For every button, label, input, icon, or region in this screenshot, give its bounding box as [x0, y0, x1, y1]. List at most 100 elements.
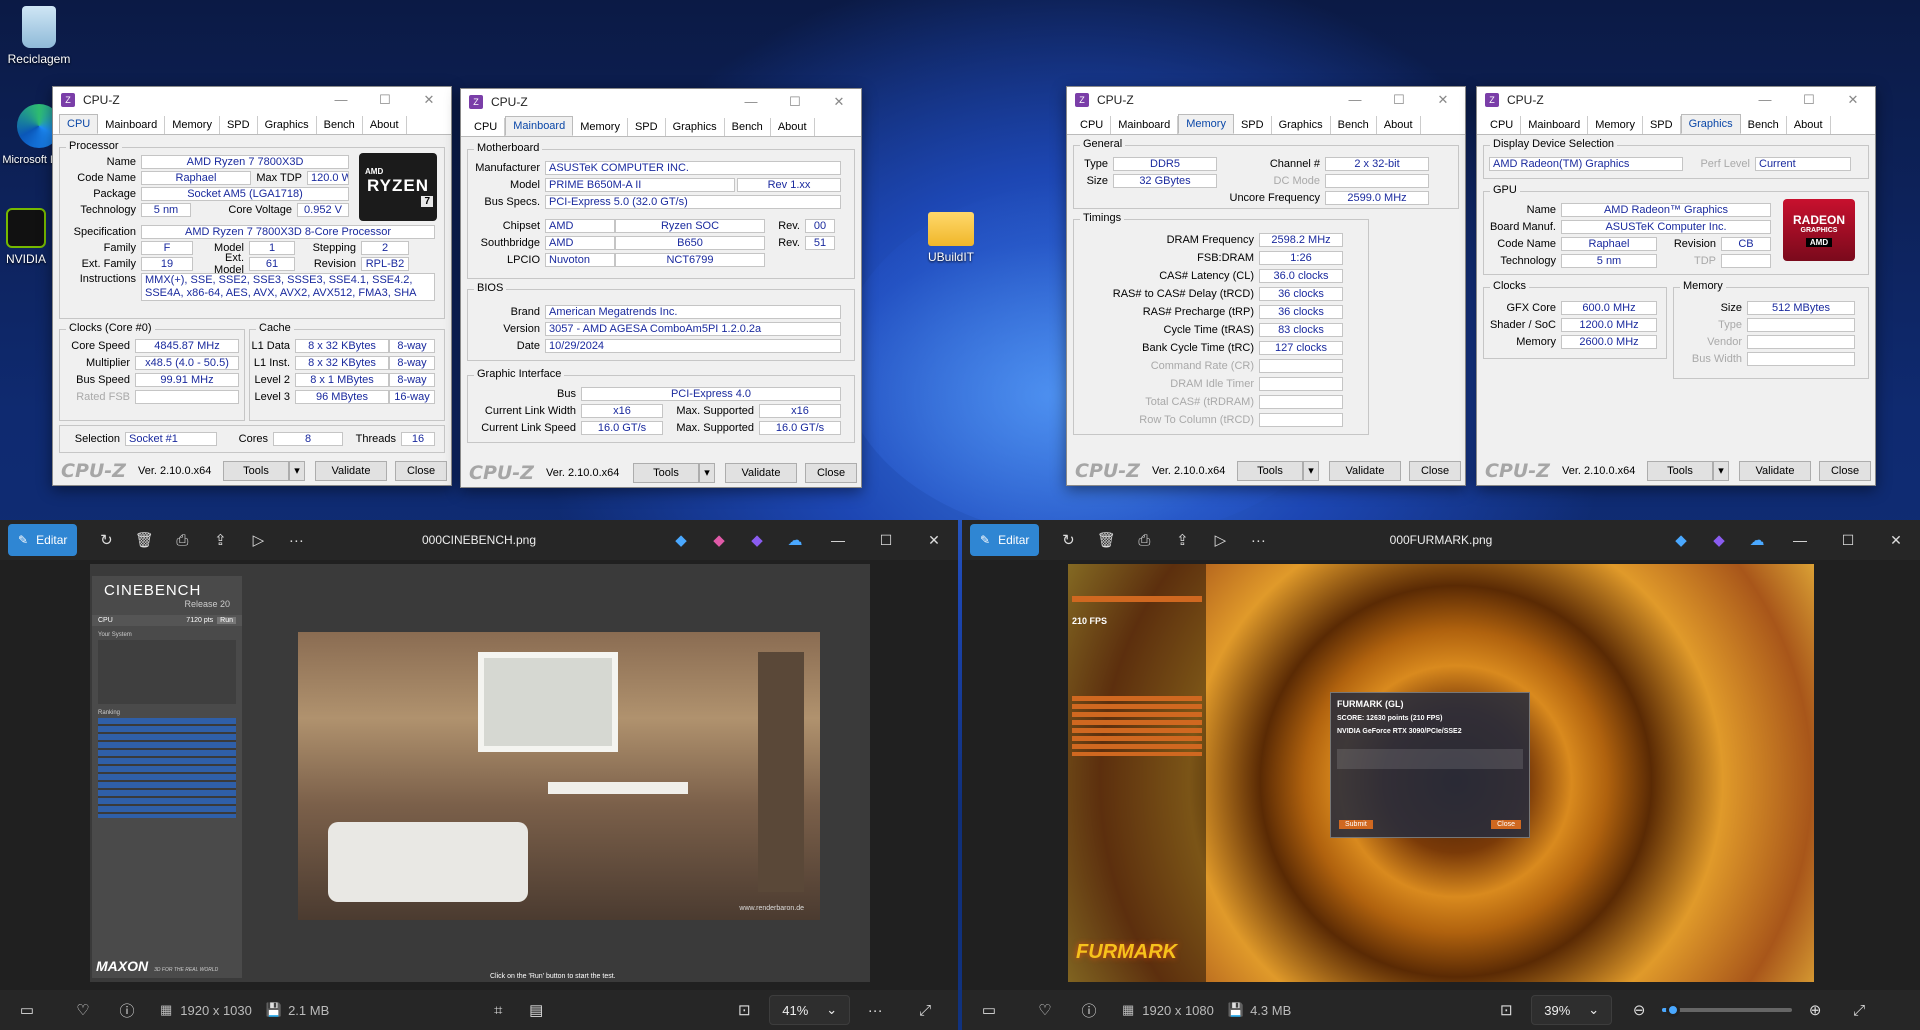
- ocr-icon[interactable]: ⌗: [479, 1002, 517, 1019]
- fit-icon[interactable]: ⊡: [1487, 1001, 1525, 1019]
- more-icon[interactable]: ···: [856, 1002, 894, 1019]
- share-icon[interactable]: ⇪: [1163, 531, 1201, 549]
- tab-graphics[interactable]: Graphics: [1680, 114, 1741, 134]
- tab-graphics[interactable]: Graphics: [1272, 116, 1331, 134]
- maximize-icon[interactable]: ☐: [1824, 532, 1872, 549]
- print-icon[interactable]: ⎙: [1125, 532, 1163, 549]
- tab-mainboard[interactable]: Mainboard: [98, 116, 166, 134]
- tools-button[interactable]: Tools: [633, 463, 699, 483]
- tab-about[interactable]: About: [363, 116, 407, 134]
- rotate-icon[interactable]: ↻: [1049, 531, 1087, 549]
- close-icon[interactable]: ✕: [1872, 532, 1920, 549]
- perflevel-select[interactable]: Current: [1755, 157, 1851, 171]
- tab-memory[interactable]: Memory: [1588, 116, 1643, 134]
- zoom-select[interactable]: 39% ⌄: [1531, 995, 1613, 1025]
- close-button[interactable]: Close: [1409, 461, 1461, 481]
- tools-button[interactable]: Tools: [223, 461, 289, 481]
- zoom-select[interactable]: 41% ⌄: [769, 995, 851, 1025]
- tab-graphics[interactable]: Graphics: [258, 116, 317, 134]
- app-icon-3[interactable]: ◆: [738, 531, 776, 549]
- folder-ubuildit[interactable]: UBuildIT: [912, 212, 990, 264]
- tools-button[interactable]: Tools: [1647, 461, 1713, 481]
- text-select-icon[interactable]: ▤: [517, 1001, 555, 1019]
- tab-cpu[interactable]: CPU: [59, 114, 99, 134]
- tab-about[interactable]: About: [1377, 116, 1421, 134]
- tab-about[interactable]: About: [771, 118, 815, 136]
- info-icon[interactable]: ⓘ: [108, 1000, 146, 1021]
- maximize-icon[interactable]: ☐: [862, 532, 910, 549]
- cloud-icon[interactable]: ☁: [1738, 531, 1776, 549]
- favorite-icon[interactable]: ♡: [1026, 1001, 1064, 1019]
- tab-mainboard[interactable]: Mainboard: [1521, 116, 1589, 134]
- fullscreen-icon[interactable]: ⤢: [906, 1002, 944, 1019]
- socket-select[interactable]: Socket #1: [125, 432, 217, 446]
- close-icon[interactable]: ✕: [407, 92, 451, 108]
- edit-button[interactable]: ✎ Editar: [970, 524, 1040, 556]
- minimize-icon[interactable]: —: [1776, 532, 1824, 548]
- zoom-slider[interactable]: [1662, 1003, 1793, 1017]
- tab-memory[interactable]: Memory: [165, 116, 220, 134]
- tab-spd[interactable]: SPD: [628, 118, 666, 136]
- print-icon[interactable]: ⎙: [163, 532, 201, 549]
- tools-dropdown-icon[interactable]: ▾: [699, 463, 715, 483]
- minimize-icon[interactable]: —: [1333, 92, 1377, 108]
- tab-bench[interactable]: Bench: [1331, 116, 1377, 134]
- maximize-icon[interactable]: ☐: [1787, 92, 1831, 108]
- app-icon-1[interactable]: ◆: [1662, 531, 1700, 549]
- validate-button[interactable]: Validate: [315, 461, 387, 481]
- close-icon[interactable]: ✕: [817, 94, 861, 110]
- tab-cpu[interactable]: CPU: [1073, 116, 1112, 134]
- minimize-icon[interactable]: —: [1743, 92, 1787, 108]
- tab-cpu[interactable]: CPU: [467, 118, 506, 136]
- close-button[interactable]: Close: [395, 461, 447, 481]
- cloud-icon[interactable]: ☁: [776, 531, 814, 549]
- minimize-icon[interactable]: —: [319, 92, 363, 108]
- more-icon[interactable]: ···: [277, 532, 315, 549]
- nvidia-icon[interactable]: NVIDIA: [0, 208, 52, 266]
- fit-icon[interactable]: ⊡: [725, 1001, 763, 1019]
- close-button[interactable]: Close: [805, 463, 857, 483]
- close-icon[interactable]: ✕: [1421, 92, 1465, 108]
- zoom-out-icon[interactable]: ⊖: [1620, 1001, 1658, 1019]
- slideshow-icon[interactable]: ▷: [1201, 531, 1239, 549]
- recycle-bin-icon[interactable]: Reciclagem: [0, 6, 78, 66]
- close-icon[interactable]: ✕: [1831, 92, 1875, 108]
- close-icon[interactable]: ✕: [910, 532, 958, 549]
- tab-graphics[interactable]: Graphics: [666, 118, 725, 136]
- filmstrip-icon[interactable]: ▭: [970, 1001, 1008, 1019]
- slideshow-icon[interactable]: ▷: [239, 531, 277, 549]
- tools-dropdown-icon[interactable]: ▾: [1303, 461, 1319, 481]
- validate-button[interactable]: Validate: [725, 463, 797, 483]
- share-icon[interactable]: ⇪: [201, 531, 239, 549]
- zoom-in-icon[interactable]: ⊕: [1796, 1001, 1834, 1019]
- tab-cpu[interactable]: CPU: [1483, 116, 1522, 134]
- zoom-slider-thumb[interactable]: [1666, 1003, 1681, 1017]
- filmstrip-icon[interactable]: ▭: [8, 1001, 46, 1019]
- tab-mainboard[interactable]: Mainboard: [1111, 116, 1179, 134]
- tab-bench[interactable]: Bench: [1741, 116, 1787, 134]
- app-icon-2[interactable]: ◆: [700, 531, 738, 549]
- fullscreen-icon[interactable]: ⤢: [1840, 1002, 1878, 1019]
- tab-memory[interactable]: Memory: [1178, 114, 1234, 134]
- validate-button[interactable]: Validate: [1739, 461, 1811, 481]
- maximize-icon[interactable]: ☐: [363, 92, 407, 108]
- tab-memory[interactable]: Memory: [573, 118, 628, 136]
- favorite-icon[interactable]: ♡: [64, 1001, 102, 1019]
- app-icon-3[interactable]: ◆: [1700, 531, 1738, 549]
- more-icon[interactable]: ···: [1239, 532, 1277, 549]
- tab-spd[interactable]: SPD: [1643, 116, 1681, 134]
- delete-icon[interactable]: 🗑: [125, 531, 163, 549]
- tools-dropdown-icon[interactable]: ▾: [289, 461, 305, 481]
- minimize-icon[interactable]: —: [814, 532, 862, 548]
- tab-spd[interactable]: SPD: [220, 116, 258, 134]
- rotate-icon[interactable]: ↻: [87, 531, 125, 549]
- tools-button[interactable]: Tools: [1237, 461, 1303, 481]
- close-button[interactable]: Close: [1819, 461, 1871, 481]
- delete-icon[interactable]: 🗑: [1087, 531, 1125, 549]
- tab-mainboard[interactable]: Mainboard: [505, 116, 574, 136]
- maximize-icon[interactable]: ☐: [773, 94, 817, 110]
- app-icon-1[interactable]: ◆: [662, 531, 700, 549]
- minimize-icon[interactable]: —: [729, 94, 773, 110]
- device-select[interactable]: AMD Radeon(TM) Graphics: [1489, 157, 1683, 171]
- tab-bench[interactable]: Bench: [317, 116, 363, 134]
